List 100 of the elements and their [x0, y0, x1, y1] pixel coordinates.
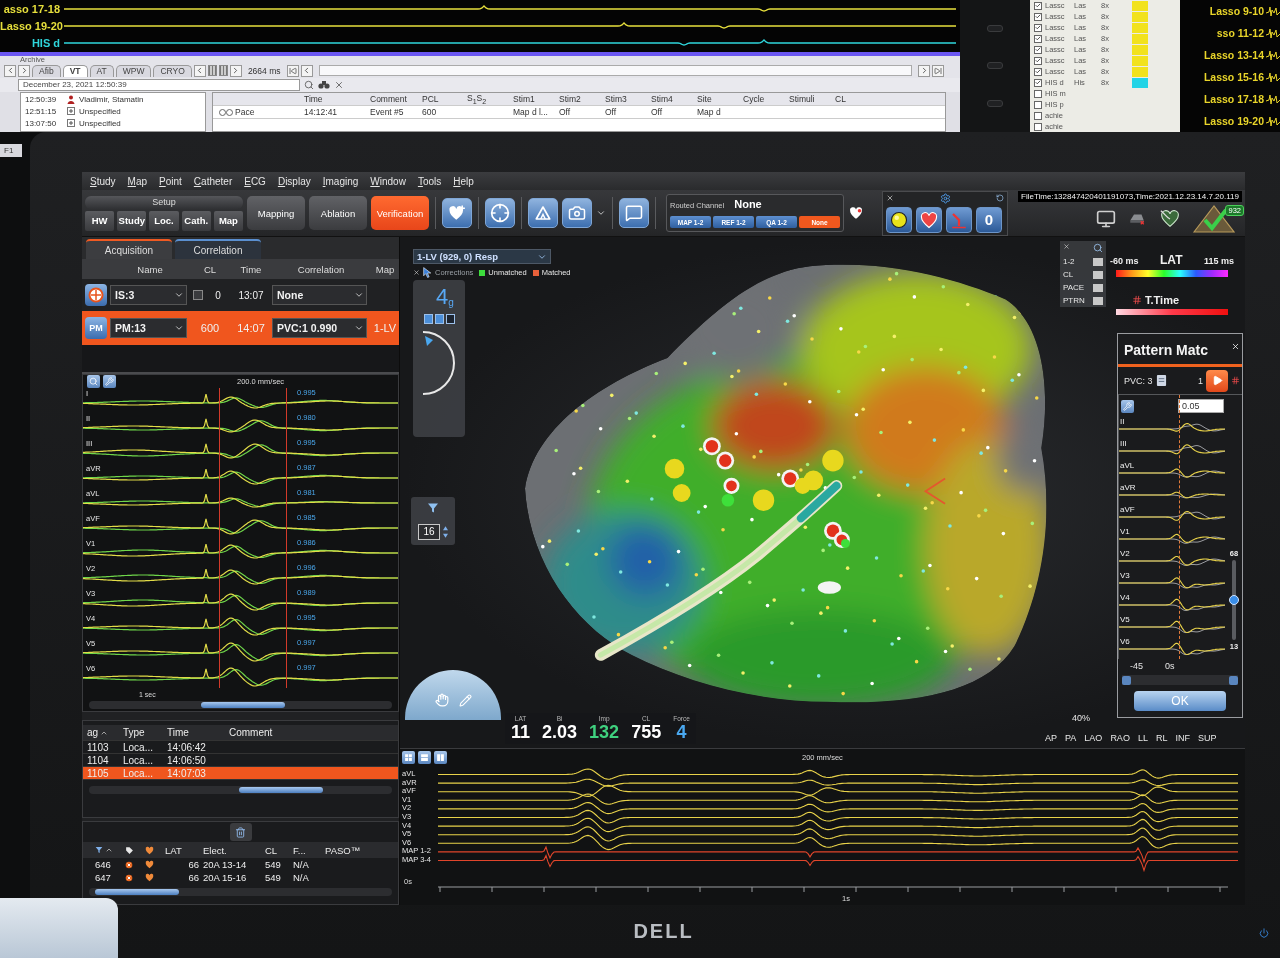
- menu-item[interactable]: Tools: [417, 175, 442, 187]
- archive-tab[interactable]: AT: [89, 64, 114, 77]
- next-button[interactable]: [229, 64, 242, 77]
- catheter-button[interactable]: [946, 206, 972, 233]
- view-button[interactable]: LL: [1137, 733, 1148, 743]
- setup-button[interactable]: Loc.: [149, 210, 179, 231]
- anatomy-button[interactable]: [528, 198, 558, 228]
- power-icon[interactable]: [1259, 928, 1269, 938]
- checkbox[interactable]: [1034, 45, 1042, 54]
- search-icon[interactable]: [1093, 243, 1103, 253]
- menu-item[interactable]: ECG: [244, 175, 266, 187]
- navigation-button[interactable]: [485, 198, 515, 228]
- menu-item[interactable]: Help: [453, 175, 474, 187]
- tag-icon[interactable]: [125, 845, 134, 855]
- checkbox[interactable]: [1034, 89, 1042, 98]
- close-icon[interactable]: [413, 269, 420, 276]
- menu-item[interactable]: Display: [277, 175, 311, 187]
- scroll-thumb[interactable]: [95, 889, 179, 895]
- menu-item[interactable]: Imaging: [322, 175, 359, 187]
- archive-tab[interactable]: Afib: [32, 64, 61, 77]
- previous-button[interactable]: [300, 64, 313, 77]
- checkbox[interactable]: [1034, 100, 1042, 109]
- next-button[interactable]: [18, 64, 30, 77]
- binoculars-icon[interactable]: [318, 80, 330, 90]
- threshold-field[interactable]: 0.05: [1178, 399, 1224, 414]
- search-icon[interactable]: [304, 80, 314, 90]
- rewind-button[interactable]: [286, 64, 299, 77]
- menu-item[interactable]: Map: [127, 175, 148, 187]
- date-field[interactable]: December 23, 2021 12:50:39: [18, 79, 300, 91]
- name-dropdown[interactable]: PM:13: [110, 318, 187, 338]
- next-button[interactable]: [918, 64, 930, 77]
- filter-icon[interactable]: [95, 846, 103, 854]
- archive-tab[interactable]: CRYO: [153, 64, 192, 77]
- heart-catheter-icon[interactable]: [1158, 208, 1182, 230]
- slider-track[interactable]: [1232, 560, 1236, 641]
- setup-button[interactable]: Cath.: [181, 210, 211, 231]
- mode-button[interactable]: Mapping: [247, 196, 305, 230]
- checkbox[interactable]: [1034, 78, 1042, 87]
- forward-button[interactable]: [932, 64, 944, 77]
- settings-button[interactable]: [1121, 399, 1134, 413]
- counter-field[interactable]: 16: [418, 524, 440, 540]
- spinner-icon[interactable]: [443, 525, 448, 539]
- map-selector[interactable]: 1-LV (929, 0) Resp: [413, 249, 551, 264]
- checkbox[interactable]: [193, 290, 203, 300]
- previous-button[interactable]: [193, 64, 206, 77]
- archive-tab[interactable]: VT: [62, 64, 88, 77]
- menu-item[interactable]: Study: [90, 175, 116, 187]
- checkbox[interactable]: [1034, 1, 1042, 10]
- layout-button[interactable]: [402, 750, 415, 764]
- add-heart-button[interactable]: [442, 198, 472, 228]
- display-button[interactable]: [619, 198, 649, 228]
- previous-button[interactable]: [4, 64, 16, 77]
- correlation-dropdown[interactable]: PVC:1 0.990: [272, 318, 367, 338]
- scroll-thumb[interactable]: [201, 702, 285, 709]
- checkbox[interactable]: [1034, 23, 1042, 32]
- scroll-thumb[interactable]: [1229, 675, 1238, 685]
- heart-catheter-button[interactable]: [916, 206, 942, 233]
- view-button[interactable]: RL: [1155, 733, 1168, 743]
- counter-button[interactable]: 0: [976, 206, 1002, 233]
- layout-button[interactable]: [434, 750, 447, 764]
- scroll-left-button[interactable]: [1122, 675, 1131, 685]
- setup-button[interactable]: Map: [213, 210, 243, 231]
- mode-button[interactable]: Ablation: [309, 196, 367, 230]
- view-button[interactable]: SUP: [1197, 733, 1217, 743]
- snapshot-button[interactable]: [562, 198, 592, 228]
- monitor-icon[interactable]: [1096, 209, 1116, 229]
- caret-icon[interactable]: [596, 208, 606, 218]
- panel-tab[interactable]: Correlation: [175, 239, 261, 259]
- menu-item[interactable]: Point: [159, 175, 182, 187]
- event-row[interactable]: 1103 Loca... 14:06:42: [83, 741, 398, 754]
- sort-icon[interactable]: [105, 846, 113, 854]
- archive-tab[interactable]: WPW: [115, 64, 152, 77]
- slider-thumb[interactable]: [1229, 595, 1239, 606]
- table-row[interactable]: PM PM:13 600 14:07 PVC:1 0.990 1-LV: [82, 311, 399, 345]
- close-icon[interactable]: [886, 194, 894, 202]
- delete-button[interactable]: [229, 823, 252, 841]
- layout-button[interactable]: [418, 750, 431, 764]
- scroll-thumb[interactable]: [239, 787, 323, 793]
- view-button[interactable]: AP: [1045, 733, 1057, 743]
- menu-item[interactable]: Window: [370, 175, 406, 187]
- checkbox[interactable]: [1034, 34, 1042, 43]
- refresh-icon[interactable]: [996, 194, 1004, 202]
- view-button[interactable]: LAO: [1084, 733, 1103, 743]
- view-button[interactable]: PA: [1065, 733, 1077, 743]
- zoom-button[interactable]: [87, 375, 100, 389]
- setup-button[interactable]: HW: [85, 210, 115, 231]
- close-icon[interactable]: [1063, 243, 1070, 250]
- table-row[interactable]: IS:3 0 13:07 None: [82, 281, 399, 309]
- settings-icon[interactable]: [939, 192, 951, 204]
- checkbox[interactable]: [1034, 122, 1042, 131]
- correlation-dropdown[interactable]: None: [272, 285, 367, 305]
- setup-button[interactable]: Study: [117, 210, 147, 231]
- filter-icon[interactable]: [426, 502, 440, 514]
- checkbox[interactable]: [1034, 111, 1042, 120]
- expand-icon[interactable]: [67, 107, 75, 115]
- settings-button[interactable]: [103, 375, 116, 389]
- checkbox[interactable]: [1034, 12, 1042, 21]
- play-button[interactable]: [1206, 369, 1228, 392]
- name-dropdown[interactable]: IS:3: [110, 285, 187, 305]
- expand-icon[interactable]: [67, 119, 75, 127]
